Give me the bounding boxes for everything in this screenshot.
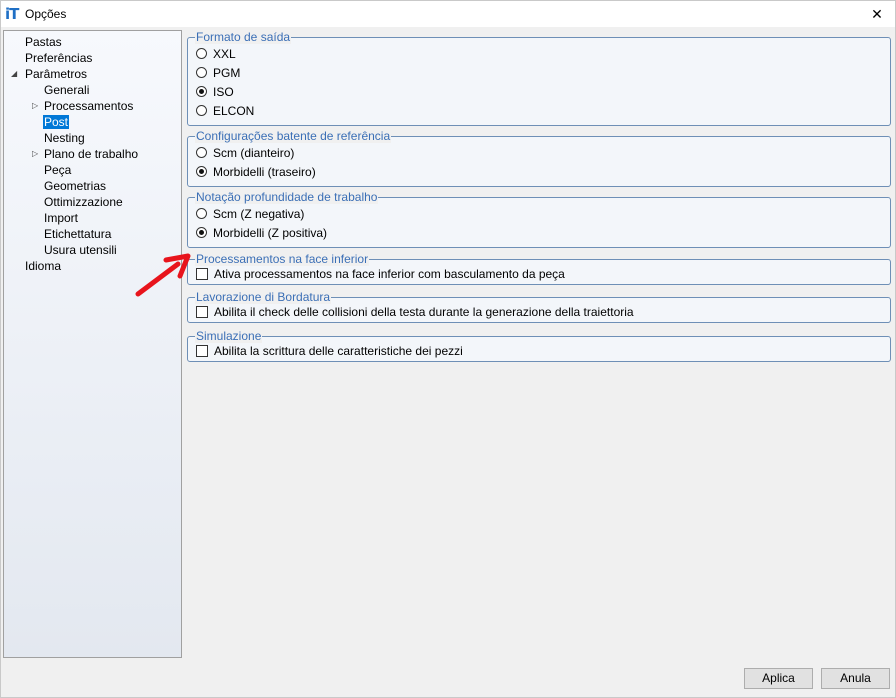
tree-item-ottimizzazione[interactable]: Ottimizzazione (43, 194, 124, 210)
collision-check-checkbox[interactable]: Abilita il check delle collisioni della … (196, 304, 634, 320)
tree-item-import[interactable]: Import (43, 210, 79, 226)
group-title: Simulazione (195, 329, 263, 343)
group-title: Configurações batente de referência (195, 129, 392, 143)
radio-scm-dianteiro[interactable]: Scm (dianteiro) (196, 145, 294, 161)
radio-circle-icon (196, 67, 207, 78)
app-logo-icon: iT (5, 5, 19, 23)
tree-item-geometrias[interactable]: Geometrias (43, 178, 107, 194)
radio-circle-icon (196, 208, 207, 219)
lower-face-group: Processamentos na face inferior Ativa pr… (187, 252, 891, 285)
radio-morbidelli-z-positiva[interactable]: Morbidelli (Z positiva) (196, 225, 327, 241)
dialog-body: Pastas Preferências ◢ Parâmetros General… (2, 27, 895, 697)
write-features-checkbox[interactable]: Abilita la scrittura delle caratteristic… (196, 343, 463, 359)
group-title: Formato de saída (195, 30, 292, 44)
radio-circle-icon (196, 147, 207, 158)
radio-selected-icon (196, 166, 207, 177)
collapsed-triangle-icon[interactable]: ▷ (32, 98, 38, 114)
expanded-triangle-icon[interactable]: ◢ (11, 66, 17, 82)
radio-scm-z-negativa[interactable]: Scm (Z negativa) (196, 206, 304, 222)
collapsed-triangle-icon[interactable]: ▷ (32, 146, 38, 162)
radio-xxl[interactable]: XXL (196, 46, 236, 62)
title-bar[interactable]: iT Opções ✕ (1, 1, 895, 27)
tree-item-idioma[interactable]: Idioma (24, 258, 62, 274)
radio-pgm[interactable]: PGM (196, 65, 240, 81)
tree-item-usura-utensili[interactable]: Usura utensili (43, 242, 118, 258)
checkbox-icon (196, 306, 208, 318)
edging-group: Lavorazione di Bordatura Abilita il chec… (187, 290, 891, 323)
radio-selected-icon (196, 86, 207, 97)
window-title: Opções (25, 7, 67, 21)
radio-selected-icon (196, 227, 207, 238)
lower-face-checkbox[interactable]: Ativa processamentos na face inferior co… (196, 266, 565, 282)
annotation-arrow-icon (135, 253, 191, 297)
apply-button[interactable]: Aplica (744, 668, 813, 689)
tree-item-processamentos[interactable]: Processamentos (43, 98, 134, 114)
tree-item-etichettatura[interactable]: Etichettatura (43, 226, 112, 242)
tree-item-post[interactable]: Post (43, 114, 70, 130)
radio-morbidelli-traseiro[interactable]: Morbidelli (traseiro) (196, 164, 316, 180)
tree-item-preferencias[interactable]: Preferências (24, 50, 93, 66)
group-title: Notação profundidade de trabalho (195, 190, 379, 204)
depth-notation-group: Notação profundidade de trabalho Scm (Z … (187, 190, 891, 248)
checkbox-icon (196, 345, 208, 357)
group-title: Lavorazione di Bordatura (195, 290, 332, 304)
simulation-group: Simulazione Abilita la scrittura delle c… (187, 329, 891, 362)
tree-item-parametros[interactable]: Parâmetros (24, 66, 88, 82)
tree-item-generali[interactable]: Generali (43, 82, 90, 98)
group-title: Processamentos na face inferior (195, 252, 370, 266)
reference-stop-group: Configurações batente de referência Scm … (187, 129, 891, 187)
radio-iso[interactable]: ISO (196, 84, 234, 100)
settings-tree[interactable]: Pastas Preferências ◢ Parâmetros General… (3, 30, 182, 658)
tree-item-pastas[interactable]: Pastas (24, 34, 63, 50)
tree-item-peca[interactable]: Peça (43, 162, 72, 178)
options-window: iT Opções ✕ Pastas Preferências ◢ Parâme… (0, 0, 896, 698)
tree-item-nesting[interactable]: Nesting (43, 130, 86, 146)
cancel-button[interactable]: Anula (821, 668, 890, 689)
tree-item-plano-de-trabalho[interactable]: Plano de trabalho (43, 146, 139, 162)
radio-circle-icon (196, 48, 207, 59)
output-format-group: Formato de saída XXL PGM ISO ELCON (187, 30, 891, 126)
close-button[interactable]: ✕ (863, 2, 891, 26)
radio-circle-icon (196, 105, 207, 116)
checkbox-icon (196, 268, 208, 280)
radio-elcon[interactable]: ELCON (196, 103, 254, 119)
